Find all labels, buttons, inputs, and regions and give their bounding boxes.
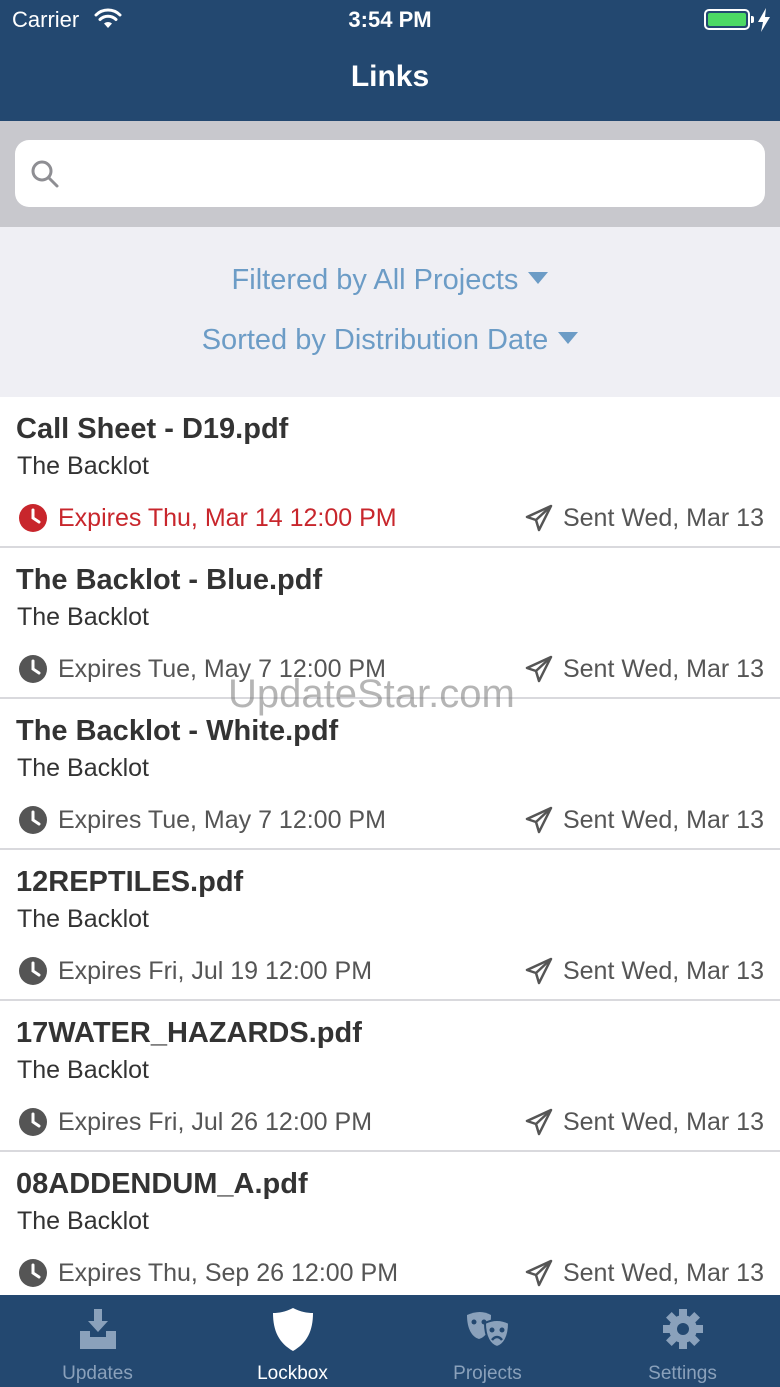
tab-settings[interactable]: Settings [585,1295,780,1387]
search-bar [0,121,780,227]
paper-plane-icon [525,655,553,683]
charging-bolt-icon [758,8,770,32]
expiry-text: Expires Tue, May 7 12:00 PM [58,805,386,834]
sent-info: Sent Wed, Mar 13 [525,954,764,988]
link-project: The Backlot [17,905,150,933]
inbox-download-icon [79,1309,116,1349]
sort-order-label: Sorted by Distribution Date [201,324,549,356]
clock-icon [19,655,47,683]
link-project: The Backlot [17,754,150,782]
link-project: The Backlot [17,452,150,480]
link-title: 08ADDENDUM_A.pdf [16,1168,308,1200]
clock-icon [19,957,47,985]
sent-text: Sent Wed, Mar 13 [562,956,764,985]
tab-label: Updates [62,1363,133,1384]
tab-updates[interactable]: Updates [0,1295,195,1387]
clock-icon [19,1108,47,1136]
expiry-info: Expires Tue, May 7 12:00 PM [18,652,386,686]
paper-plane-icon [525,957,553,985]
project-filter-label: Filtered by All Projects [231,264,519,296]
status-bar: Carrier 3:54 PM [0,0,780,40]
expiry-text: Expires Fri, Jul 26 12:00 PM [58,1107,373,1136]
paper-plane-icon [525,504,553,532]
tab-bar: Updates Lockbox Projects Settings [0,1295,780,1387]
link-title: 12REPTILES.pdf [16,866,244,898]
tab-label: Projects [453,1363,522,1384]
expiry-info: Expires Thu, Mar 14 12:00 PM [18,501,397,535]
paper-plane-icon [525,1259,553,1287]
sent-text: Sent Wed, Mar 13 [562,503,764,532]
battery-icon [704,9,754,30]
sent-text: Sent Wed, Mar 13 [562,654,764,683]
link-row[interactable]: The Backlot - White.pdf The Backlot Expire… [0,699,780,850]
expiry-text: Expires Thu, Sep 26 12:00 PM [58,1258,399,1287]
link-row[interactable]: The Backlot - Blue.pdf The Backlot Expires… [0,548,780,699]
clock-icon [19,806,47,834]
tab-lockbox[interactable]: Lockbox [195,1295,390,1387]
link-row[interactable]: 08ADDENDUM_A.pdf The Backlot Expires Thu, … [0,1152,780,1295]
clock-icon [19,1259,47,1287]
sent-info: Sent Wed, Mar 13 [525,652,764,686]
link-title: The Backlot - White.pdf [16,715,339,747]
sent-info: Sent Wed, Mar 13 [525,1105,764,1139]
expiry-text: Expires Fri, Jul 19 12:00 PM [58,956,373,985]
search-field[interactable] [15,140,765,207]
link-project: The Backlot [17,603,150,631]
sent-info: Sent Wed, Mar 13 [525,1256,764,1290]
link-title: Call Sheet - D19.pdf [16,413,289,445]
expiry-info: Expires Fri, Jul 26 12:00 PM [18,1105,372,1139]
paper-plane-icon [525,806,553,834]
search-input[interactable] [75,150,745,196]
search-icon [31,160,59,188]
project-filter-button[interactable]: Filtered by All Projects [0,264,780,297]
sent-text: Sent Wed, Mar 13 [562,805,764,834]
sent-info: Sent Wed, Mar 13 [525,501,764,535]
paper-plane-icon [525,1108,553,1136]
links-list: Call Sheet - D19.pdf The Backlot Expires T… [0,397,780,1295]
sort-order-button[interactable]: Sorted by Distribution Date [0,324,780,357]
sent-text: Sent Wed, Mar 13 [562,1107,764,1136]
link-row[interactable]: 12REPTILES.pdf The Backlot Expires Fri, Ju… [0,850,780,1001]
sent-text: Sent Wed, Mar 13 [562,1258,764,1287]
expiry-text: Expires Tue, May 7 12:00 PM [58,654,386,683]
link-project: The Backlot [17,1207,150,1235]
tab-label: Lockbox [257,1363,328,1384]
expiry-info: Expires Fri, Jul 19 12:00 PM [18,954,372,988]
page-title: Links [350,60,430,93]
link-project: The Backlot [17,1056,150,1084]
top-bar: Carrier 3:54 PM Links [0,0,780,121]
expiry-info: Expires Tue, May 7 12:00 PM [18,803,386,837]
sent-info: Sent Wed, Mar 13 [525,803,764,837]
tab-label: Settings [648,1363,717,1384]
theater-masks-icon [466,1312,510,1349]
expiry-text: Expires Thu, Mar 14 12:00 PM [58,503,397,532]
expiry-info: Expires Thu, Sep 26 12:00 PM [18,1256,398,1290]
caret-down-icon [558,332,579,344]
clock-icon [19,504,47,532]
tab-projects[interactable]: Projects [390,1295,585,1387]
clock-time: 3:54 PM [348,7,432,32]
caret-down-icon [528,272,549,284]
gear-icon [662,1309,703,1349]
link-row[interactable]: Call Sheet - D19.pdf The Backlot Expires T… [0,397,780,548]
link-title: The Backlot - Blue.pdf [16,564,323,596]
link-title: 17WATER_HAZARDS.pdf [16,1017,362,1049]
link-row[interactable]: 17WATER_HAZARDS.pdf The Backlot Expires Fr… [0,1001,780,1152]
shield-icon [272,1308,313,1351]
filter-panel: Filtered by All Projects Sorted by Distr… [0,227,780,397]
